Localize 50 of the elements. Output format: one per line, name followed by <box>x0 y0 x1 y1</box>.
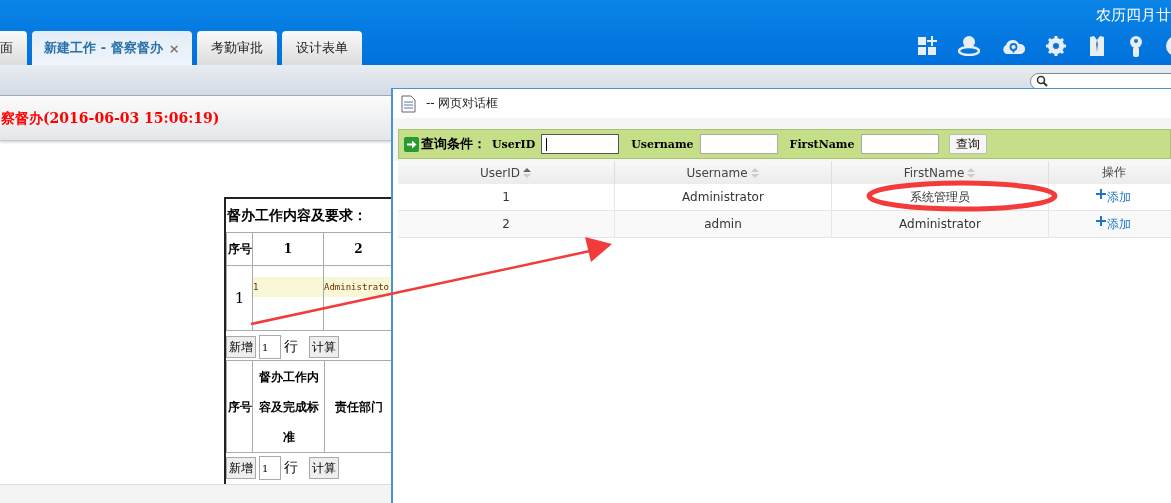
row-count-field[interactable]: 1 <box>259 456 281 480</box>
add-link[interactable]: 添加 <box>1049 211 1171 238</box>
add-button[interactable]: 新增 <box>226 457 256 479</box>
tab[interactable]: 新建工作 - 督察督办 × <box>32 31 192 65</box>
plus-icon <box>1096 189 1106 199</box>
input-field[interactable]: Administrato <box>324 277 393 297</box>
panel-title: 察督办(2016-06-03 15:06:19) <box>1 110 220 128</box>
calculate-button[interactable]: 计算 <box>309 336 339 358</box>
input-field[interactable]: 1 <box>253 277 323 297</box>
query-label: 查询条件： <box>421 135 486 153</box>
search-icon <box>1036 75 1048 87</box>
row-count-field[interactable]: 1 <box>259 335 281 359</box>
document-icon <box>401 94 416 113</box>
section-title: 督办工作内容及要求： <box>226 205 368 225</box>
sort-icon[interactable] <box>522 166 533 179</box>
add-button[interactable]: 新增 <box>226 336 256 358</box>
field-label: UserID <box>492 137 536 151</box>
column-header[interactable]: UserID <box>398 161 615 184</box>
query-button[interactable]: 查询 <box>948 134 987 154</box>
table-cell: 1 <box>226 265 253 331</box>
column-header: 序号 <box>226 232 253 266</box>
table-cell: Administrator <box>832 211 1049 238</box>
column-header: 1 <box>252 232 324 266</box>
lunar-date: 农历四月廿 <box>1096 5 1171 25</box>
close-icon[interactable]: × <box>168 40 180 56</box>
tab[interactable]: 设计表单 <box>282 31 362 65</box>
unit-label: 行 <box>284 459 298 477</box>
field-label: Username <box>631 137 694 151</box>
tab[interactable]: 考勤审批 <box>197 31 277 65</box>
shirt-icon[interactable] <box>1087 34 1107 57</box>
column-header[interactable]: FirstName <box>832 161 1049 184</box>
column-header[interactable]: Username <box>615 161 832 184</box>
calculate-button[interactable]: 计算 <box>309 457 339 479</box>
input-field[interactable] <box>699 134 778 154</box>
add-widget-icon[interactable] <box>917 35 937 56</box>
settings-icon[interactable] <box>1046 35 1066 56</box>
plus-icon <box>1096 216 1106 226</box>
unit-label: 行 <box>284 338 298 356</box>
dialog-title: -- 网页对话框 <box>426 95 499 112</box>
input-field[interactable] <box>541 134 620 154</box>
field-label: FirstName <box>789 137 855 151</box>
column-header: 督办工作内容及完成标准 <box>252 360 325 453</box>
tab[interactable]: 面 <box>0 31 27 65</box>
input-field[interactable] <box>860 134 939 154</box>
table-cell: 2 <box>398 211 615 238</box>
column-header: 序号 <box>226 360 253 453</box>
key-icon[interactable] <box>1128 34 1144 57</box>
column-header[interactable]: 操作 <box>1049 161 1171 184</box>
table-cell: admin <box>615 211 832 238</box>
user-icon[interactable] <box>958 35 980 56</box>
